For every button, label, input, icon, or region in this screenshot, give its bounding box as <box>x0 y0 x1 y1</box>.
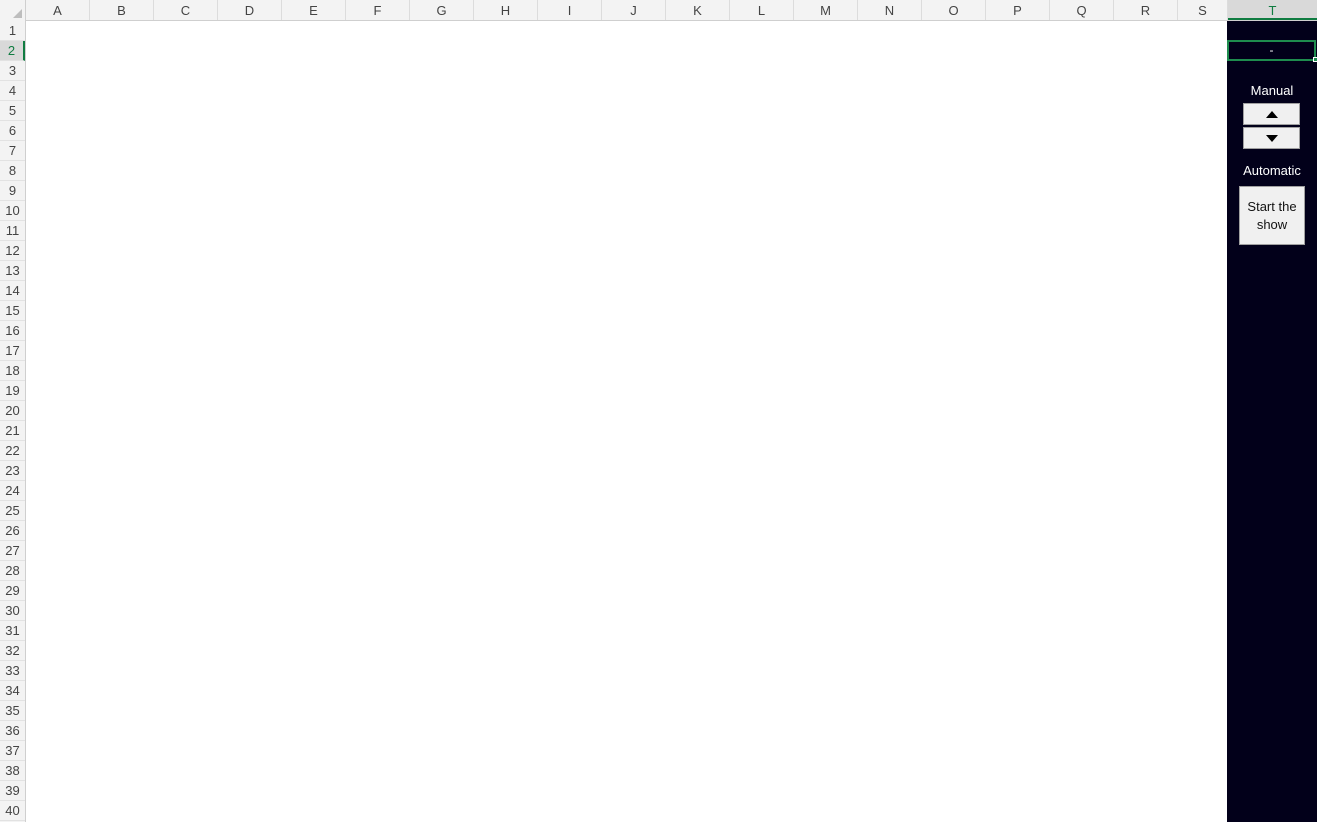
column-header-g[interactable]: G <box>410 0 474 20</box>
row-header-40[interactable]: 40 <box>0 801 25 821</box>
row-header-3[interactable]: 3 <box>0 61 25 81</box>
row-header-6[interactable]: 6 <box>0 121 25 141</box>
row-header-36[interactable]: 36 <box>0 721 25 741</box>
column-header-l[interactable]: L <box>730 0 794 20</box>
row-header-13[interactable]: 13 <box>0 261 25 281</box>
row-header-10[interactable]: 10 <box>0 201 25 221</box>
row-header-25[interactable]: 25 <box>0 501 25 521</box>
row-header-20[interactable]: 20 <box>0 401 25 421</box>
row-header-5[interactable]: 5 <box>0 101 25 121</box>
row-header-4[interactable]: 4 <box>0 81 25 101</box>
manual-label: Manual <box>1250 83 1294 98</box>
column-header-e[interactable]: E <box>282 0 346 20</box>
row-header-23[interactable]: 23 <box>0 461 25 481</box>
column-header-k[interactable]: K <box>666 0 730 20</box>
row-header-21[interactable]: 21 <box>0 421 25 441</box>
row-header-27[interactable]: 27 <box>0 541 25 561</box>
row-header-16[interactable]: 16 <box>0 321 25 341</box>
row-header-29[interactable]: 29 <box>0 581 25 601</box>
column-header-h[interactable]: H <box>474 0 538 20</box>
row-header-17[interactable]: 17 <box>0 341 25 361</box>
row-header-24[interactable]: 24 <box>0 481 25 501</box>
selected-cell-t2[interactable]: - <box>1227 40 1316 61</box>
row-header-7[interactable]: 7 <box>0 141 25 161</box>
spreadsheet: ABCDEFGHIJKLMNOPQRST 1 2 3 4 5 6 7 8 9 10 11 12 13 14… <box>0 0 1317 822</box>
arrow-up-icon <box>1265 110 1278 118</box>
row-header-2[interactable]: 2 <box>0 41 25 61</box>
row-header-34[interactable]: 34 <box>0 681 25 701</box>
column-header-s[interactable]: S <box>1178 0 1228 20</box>
row-header-26[interactable]: 26 <box>0 521 25 541</box>
row-header-bar: 1 2 3 4 5 6 7 8 9 10 11 12 13 14 15 16 17 18 19 20 21 22 23 24 2… <box>0 21 26 822</box>
column-header-c[interactable]: C <box>154 0 218 20</box>
spin-down-button[interactable] <box>1243 127 1300 149</box>
row-header-35[interactable]: 35 <box>0 701 25 721</box>
column-header-j[interactable]: J <box>602 0 666 20</box>
row-header-32[interactable]: 32 <box>0 641 25 661</box>
fill-handle[interactable] <box>1313 57 1317 62</box>
row-header-33[interactable]: 33 <box>0 661 25 681</box>
column-header-t[interactable]: T <box>1228 0 1317 20</box>
column-header-m[interactable]: M <box>794 0 858 20</box>
column-header-o[interactable]: O <box>922 0 986 20</box>
select-all-icon <box>13 9 22 18</box>
row-header-38[interactable]: 38 <box>0 761 25 781</box>
cell-grid[interactable] <box>26 21 1227 822</box>
column-header-f[interactable]: F <box>346 0 410 20</box>
row-header-12[interactable]: 12 <box>0 241 25 261</box>
row-header-14[interactable]: 14 <box>0 281 25 301</box>
select-all-corner[interactable] <box>0 0 26 21</box>
column-header-n[interactable]: N <box>858 0 922 20</box>
row-header-22[interactable]: 22 <box>0 441 25 461</box>
row-header-37[interactable]: 37 <box>0 741 25 761</box>
row-header-1[interactable]: 1 <box>0 21 25 41</box>
automatic-label: Automatic <box>1243 163 1301 178</box>
arrow-down-icon <box>1265 134 1278 142</box>
column-header-p[interactable]: P <box>986 0 1050 20</box>
column-header-bar: ABCDEFGHIJKLMNOPQRST <box>0 0 1317 21</box>
start-show-button[interactable]: Start the show <box>1239 186 1305 245</box>
row-header-30[interactable]: 30 <box>0 601 25 621</box>
row-header-39[interactable]: 39 <box>0 781 25 801</box>
column-header-d[interactable]: D <box>218 0 282 20</box>
row-header-15[interactable]: 15 <box>0 301 25 321</box>
row-header-11[interactable]: 11 <box>0 221 25 241</box>
column-header-a[interactable]: A <box>26 0 90 20</box>
spin-up-button[interactable] <box>1243 103 1300 125</box>
row-header-31[interactable]: 31 <box>0 621 25 641</box>
column-header-i[interactable]: I <box>538 0 602 20</box>
column-header-q[interactable]: Q <box>1050 0 1114 20</box>
row-header-8[interactable]: 8 <box>0 161 25 181</box>
row-header-28[interactable]: 28 <box>0 561 25 581</box>
row-header-19[interactable]: 19 <box>0 381 25 401</box>
row-header-18[interactable]: 18 <box>0 361 25 381</box>
row-header-9[interactable]: 9 <box>0 181 25 201</box>
column-header-b[interactable]: B <box>90 0 154 20</box>
column-header-r[interactable]: R <box>1114 0 1178 20</box>
